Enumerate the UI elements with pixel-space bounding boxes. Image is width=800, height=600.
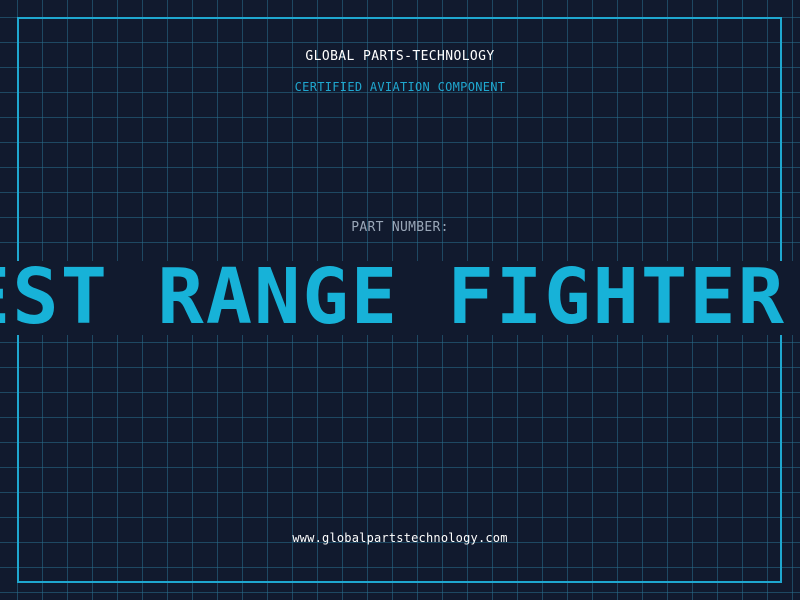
certification-subtitle: CERTIFIED AVIATION COMPONENT	[294, 80, 506, 94]
company-name: GLOBAL PARTS-TECHNOLOGY	[305, 49, 495, 64]
part-number-value: GEST RANGE FIGHTER	[0, 261, 786, 335]
website-url: www.globalpartstechnology.com	[292, 531, 508, 545]
part-number-banner: GEST RANGE FIGHTER	[0, 261, 800, 335]
part-number-label: PART NUMBER:	[351, 220, 449, 235]
